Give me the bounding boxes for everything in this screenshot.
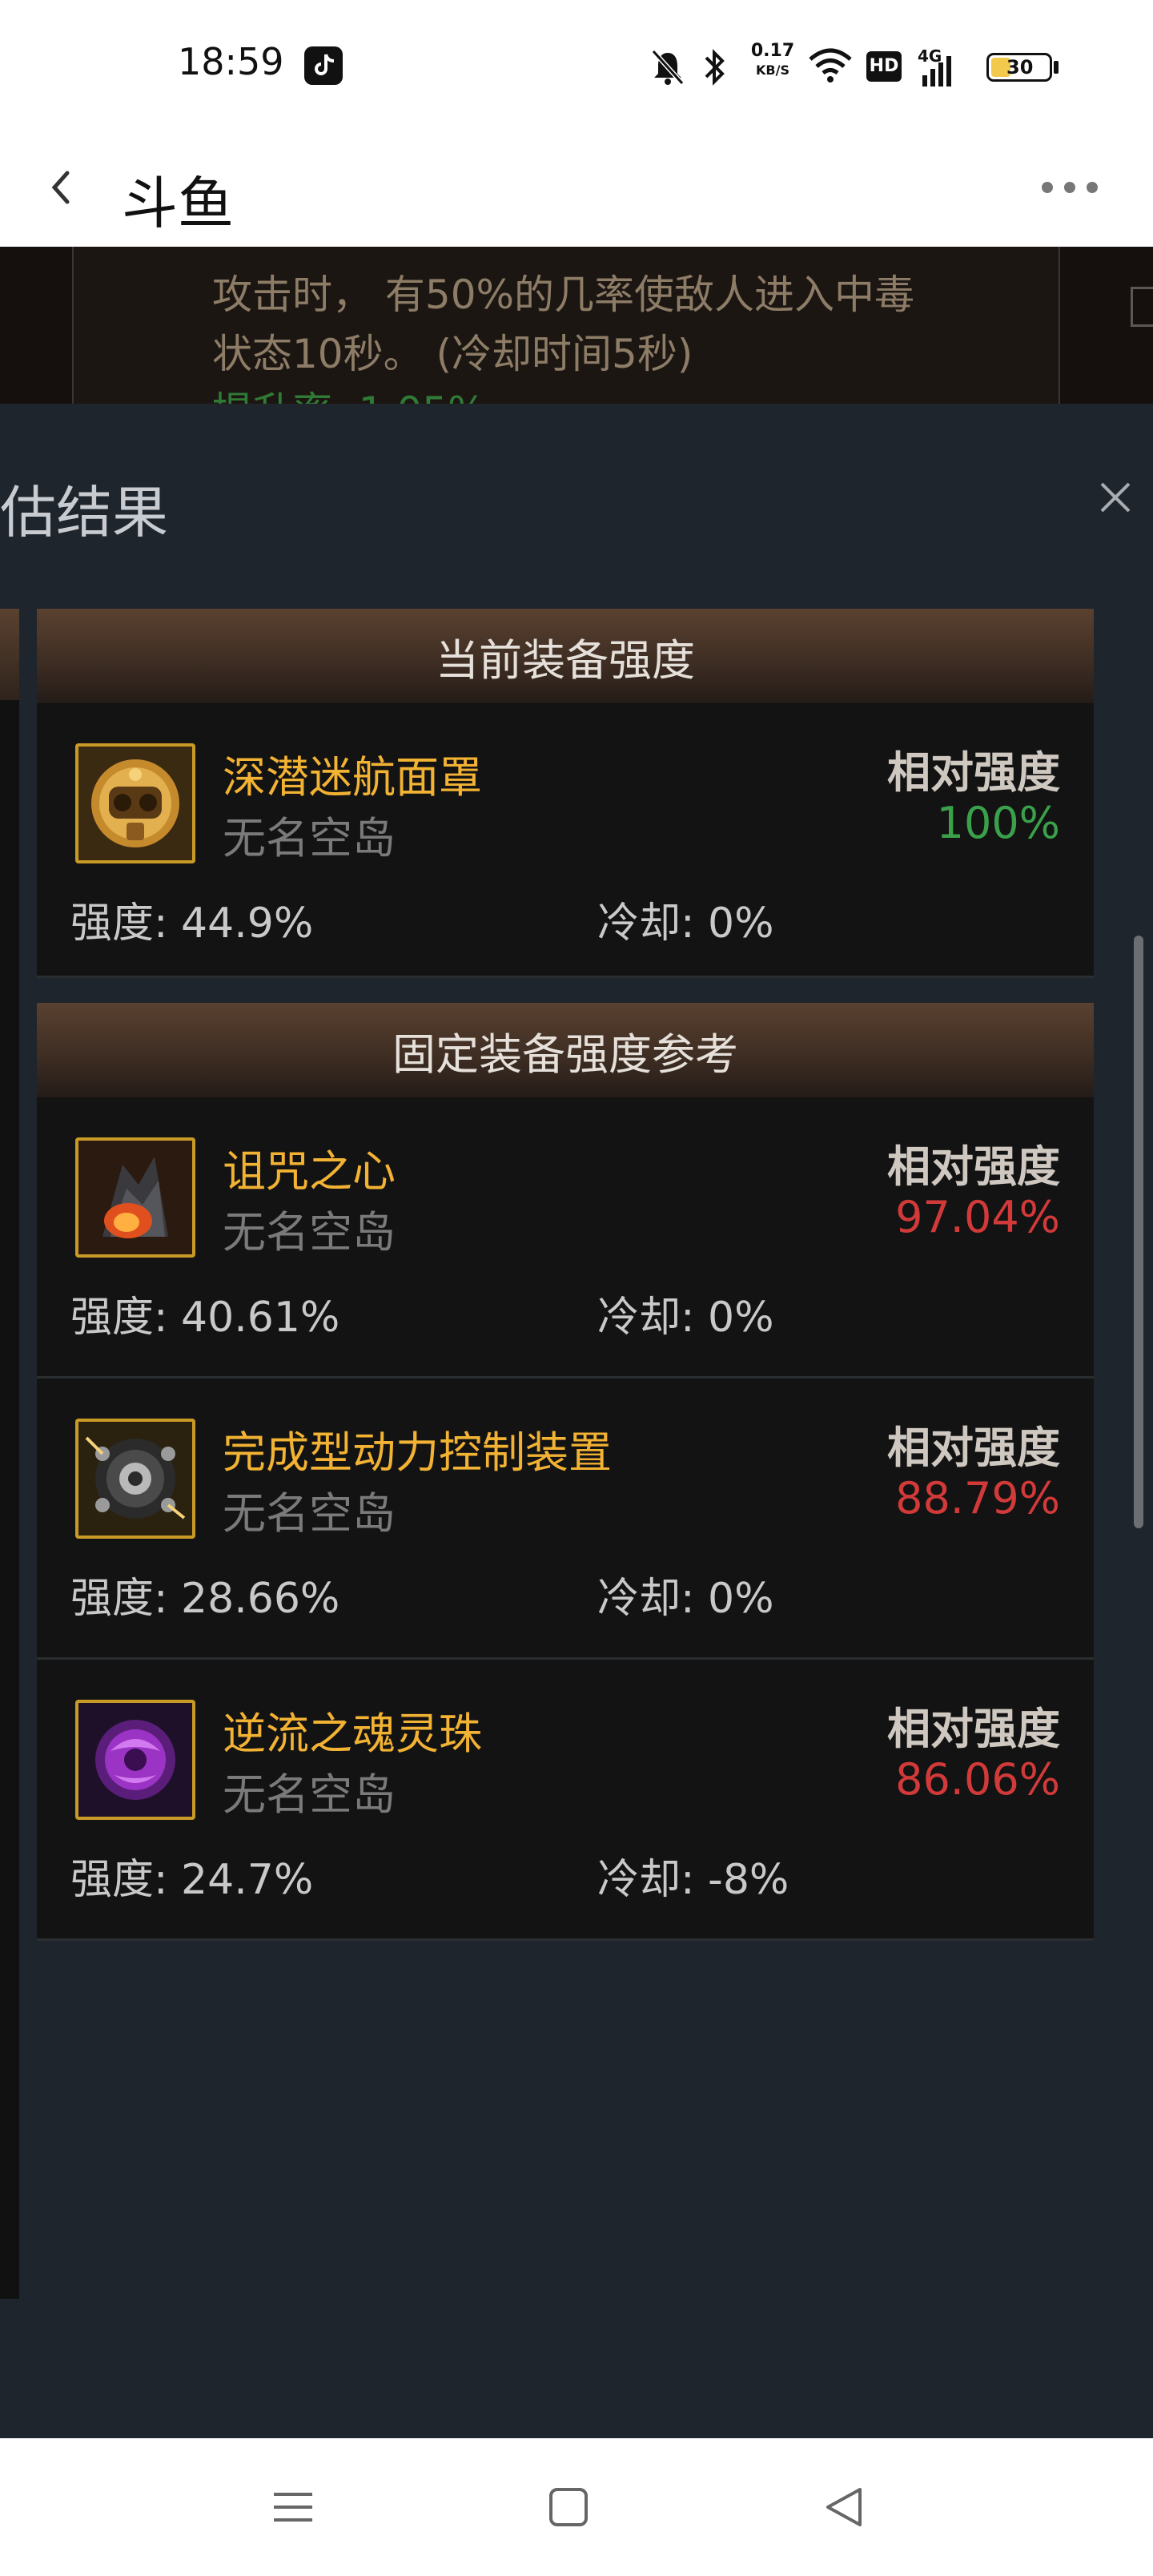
page-title: 斗鱼 bbox=[122, 171, 234, 236]
cooldown-stat: 冷却: 0% bbox=[597, 900, 774, 948]
background-scroll-indicator bbox=[1131, 287, 1153, 327]
more-options-button[interactable] bbox=[1038, 163, 1102, 211]
section-header: 固定装备强度参考 bbox=[37, 1003, 1094, 1097]
equipment-name: 完成型动力控制装置 bbox=[223, 1427, 612, 1478]
relative-strength-label: 相对强度 bbox=[887, 747, 1060, 798]
current-equipment-section: 当前装备强度 深潜迷航面罩 无名空岛 相对强度 100% 强度: 44.9% 冷… bbox=[37, 609, 1094, 978]
home-button[interactable] bbox=[535, 2473, 602, 2541]
equipment-name: 诅咒之心 bbox=[223, 1146, 396, 1197]
background-text-line: 攻击时， 有50%的几率使敌人进入中毒 bbox=[212, 272, 915, 318]
strength-stat: 强度: 28.66% bbox=[70, 1575, 340, 1623]
cell-signal-icon: 4G bbox=[918, 46, 966, 87]
equipment-name: 逆流之魂灵珠 bbox=[223, 1709, 482, 1759]
chevron-left-icon bbox=[51, 171, 70, 204]
diving-helmet-icon bbox=[75, 743, 195, 863]
relative-strength-value: 88.79% bbox=[895, 1473, 1060, 1523]
strength-stat: 强度: 24.7% bbox=[70, 1856, 314, 1904]
mute-bell-icon bbox=[651, 49, 685, 86]
relative-strength-label: 相对强度 bbox=[887, 1704, 1060, 1754]
equipment-source: 无名空岛 bbox=[223, 1207, 396, 1258]
tiktok-app-icon bbox=[304, 46, 343, 85]
equipment-name: 深潜迷航面罩 bbox=[223, 752, 482, 803]
power-control-device-icon bbox=[75, 1419, 195, 1539]
more-dots-icon bbox=[1042, 182, 1098, 193]
status-time: 18:59 bbox=[178, 40, 284, 83]
equipment-item[interactable]: 深潜迷航面罩 无名空岛 相对强度 100% 强度: 44.9% 冷却: 0% bbox=[37, 703, 1094, 978]
bluetooth-icon bbox=[705, 49, 725, 86]
menu-button[interactable] bbox=[259, 2473, 327, 2541]
evaluation-result-dialog: 估结果 当前装备强度 深潜迷航面罩 无名空岛 相对强度 100% 强度: 44.… bbox=[0, 404, 1153, 2438]
relative-strength-value: 97.04% bbox=[895, 1192, 1060, 1242]
system-navigation-bar bbox=[0, 2438, 1153, 2576]
battery-cap bbox=[1054, 61, 1059, 74]
background-page: 攻击时， 有50%的几率使敌人进入中毒 状态10秒。 (冷却时间5秒) 提升率:… bbox=[0, 247, 1153, 404]
equipment-item[interactable]: 完成型动力控制装置 无名空岛 相对强度 88.79% 强度: 28.66% 冷却… bbox=[37, 1379, 1094, 1660]
soul-orb-icon bbox=[75, 1700, 195, 1820]
section-header: 当前装备强度 bbox=[37, 609, 1094, 703]
relative-strength-value: 86.06% bbox=[895, 1754, 1060, 1805]
left-side-panel bbox=[0, 609, 19, 2299]
dialog-title: 估结果 bbox=[0, 480, 168, 545]
menu-icon bbox=[274, 2493, 312, 2522]
cooldown-stat: 冷却: 0% bbox=[597, 1575, 774, 1623]
left-side-panel-header bbox=[0, 609, 19, 700]
equipment-item[interactable]: 诅咒之心 无名空岛 相对强度 97.04% 强度: 40.61% 冷却: 0% bbox=[37, 1097, 1094, 1379]
app-header: 斗鱼 bbox=[0, 133, 1153, 247]
cooldown-stat: 冷却: 0% bbox=[597, 1294, 774, 1342]
wifi-icon bbox=[809, 48, 852, 83]
reference-equipment-section: 固定装备强度参考 诅咒之心 无名空岛 相对强度 97.04% 强度: 40.61… bbox=[37, 1003, 1094, 1941]
background-text-line: 提升率: 1.05% bbox=[212, 380, 486, 404]
equipment-source: 无名空岛 bbox=[223, 1769, 396, 1820]
close-icon bbox=[1100, 482, 1131, 513]
relative-strength-value: 100% bbox=[936, 798, 1060, 848]
status-bar: 18:59 0.17 KB/S HD 4G 30 bbox=[0, 0, 1153, 133]
back-button[interactable] bbox=[40, 155, 104, 219]
network-speed: 0.17 KB/S bbox=[750, 41, 795, 78]
back-nav-button[interactable] bbox=[810, 2473, 878, 2541]
back-triangle-icon bbox=[826, 2488, 862, 2526]
cooldown-stat: 冷却: -8% bbox=[597, 1856, 789, 1904]
equipment-source: 无名空岛 bbox=[223, 813, 396, 863]
equipment-item[interactable]: 逆流之魂灵珠 无名空岛 相对强度 86.06% 强度: 24.7% 冷却: -8… bbox=[37, 1660, 1094, 1941]
cursed-heart-icon bbox=[75, 1137, 195, 1258]
equipment-source: 无名空岛 bbox=[223, 1488, 396, 1539]
strength-stat: 强度: 44.9% bbox=[70, 900, 314, 948]
background-text-line: 状态10秒。 (冷却时间5秒) bbox=[212, 331, 693, 377]
home-square-icon bbox=[549, 2488, 588, 2526]
relative-strength-label: 相对强度 bbox=[887, 1423, 1060, 1473]
close-button[interactable] bbox=[1091, 473, 1140, 522]
scrollbar[interactable] bbox=[1134, 936, 1143, 1528]
battery-icon: 30 bbox=[986, 53, 1052, 82]
relative-strength-label: 相对强度 bbox=[887, 1141, 1060, 1192]
hd-icon: HD bbox=[866, 51, 902, 82]
strength-stat: 强度: 40.61% bbox=[70, 1294, 340, 1342]
